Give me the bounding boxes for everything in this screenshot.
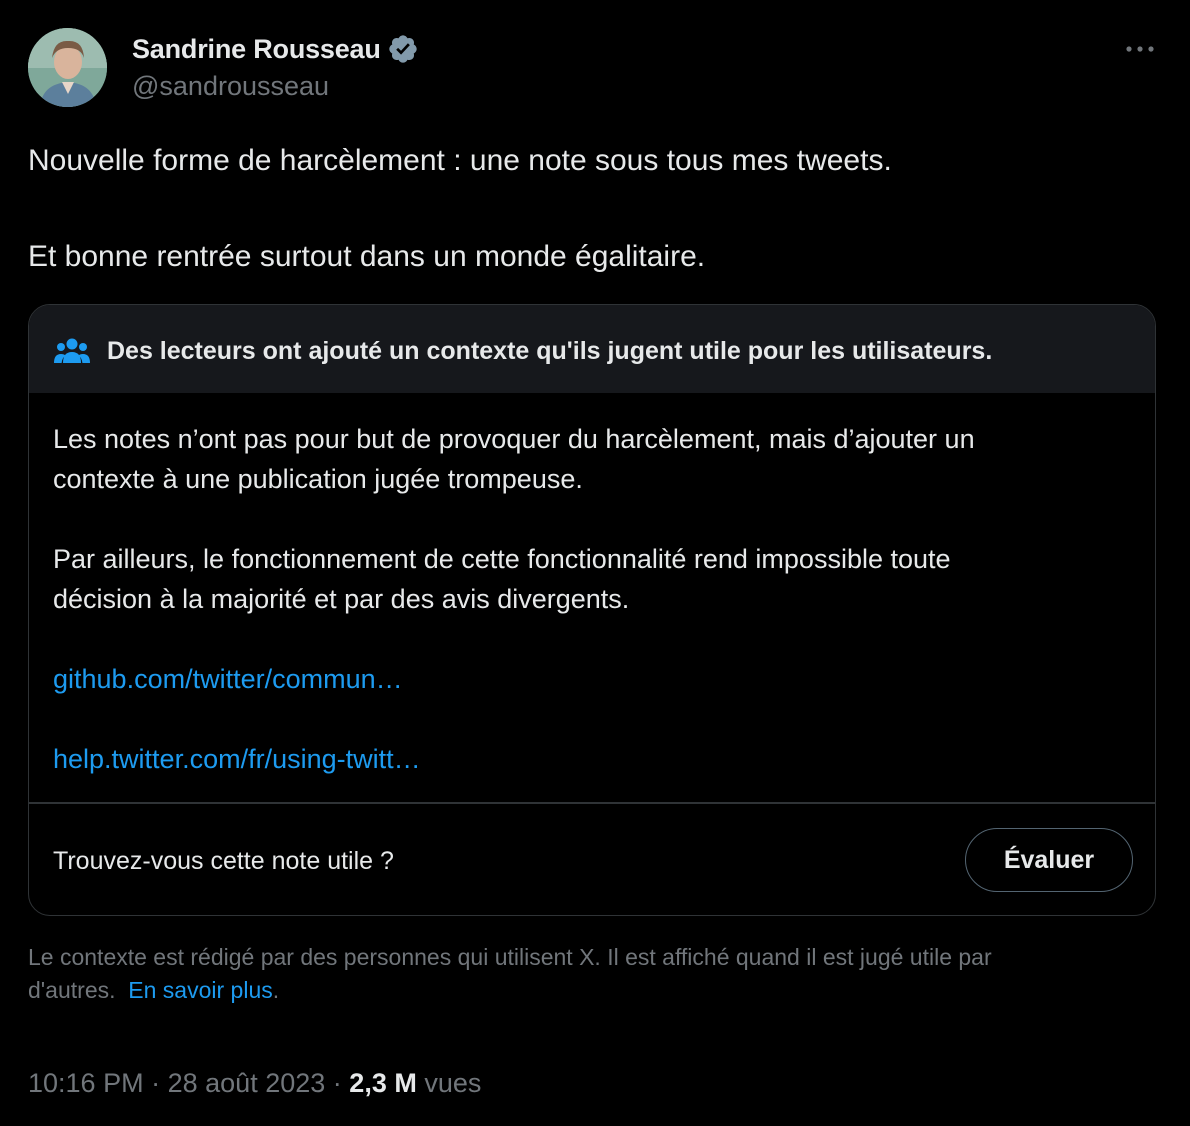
tweet-time[interactable]: 10:16 PM (28, 1068, 144, 1098)
meta-separator: · (151, 1068, 161, 1098)
rate-note-button[interactable]: Évaluer (965, 828, 1133, 892)
tweet-text-line: Nouvelle forme de harcèlement : une note… (28, 144, 892, 177)
note-body-line: contexte à une publication jugée trompeu… (53, 464, 583, 494)
note-disclaimer: Le contexte est rédigé par des personnes… (28, 941, 1168, 1007)
note-body-line: Les notes n’ont pas pour but de provoque… (53, 424, 975, 454)
note-body-line: Par ailleurs, le fonctionnement de cette… (53, 544, 951, 574)
note-divider (29, 802, 1155, 804)
note-source-link-github[interactable]: github.com/twitter/commun… (53, 659, 403, 699)
community-note: Des lecteurs ont ajouté un contexte qu'i… (28, 304, 1156, 916)
disclaimer-line: Le contexte est rédigé par des personnes… (28, 944, 992, 970)
verified-badge-icon[interactable] (387, 33, 419, 65)
more-icon (1126, 46, 1154, 52)
disclaimer-text: d'autres. (28, 977, 116, 1003)
note-source-link-help[interactable]: help.twitter.com/fr/using-twitt… (53, 739, 421, 779)
tweet-date[interactable]: 28 août 2023 (168, 1068, 326, 1098)
meta-separator: · (332, 1068, 342, 1098)
note-header-text: Des lecteurs ont ajouté un contexte qu'i… (107, 337, 993, 365)
author-handle[interactable]: @sandrousseau (132, 71, 329, 102)
note-body-line: décision à la majorité et par des avis d… (53, 584, 630, 614)
avatar-image (28, 28, 107, 107)
learn-more-link[interactable]: En savoir plus (128, 977, 272, 1003)
disclaimer-period: . (272, 977, 280, 1003)
note-helpful-question: Trouvez-vous cette note utile ? (53, 847, 394, 875)
avatar[interactable] (28, 28, 107, 107)
disclaimer-line: d'autres. En savoir plus. (28, 974, 1168, 1007)
tweet-text-line: Et bonne rentrée surtout dans un monde é… (28, 240, 706, 273)
views-count[interactable]: 2,3 M (349, 1068, 417, 1098)
more-options-button[interactable] (1120, 34, 1160, 64)
author-name[interactable]: Sandrine Rousseau (132, 34, 381, 65)
people-icon (53, 335, 91, 367)
author-name-row: Sandrine Rousseau (132, 30, 419, 68)
views-label: vues (424, 1068, 482, 1098)
note-header: Des lecteurs ont ajouté un contexte qu'i… (29, 305, 1155, 393)
tweet: Sandrine Rousseau @sandrousseau Nouvelle… (0, 0, 1190, 1126)
tweet-meta: 10:16 PM · 28 août 2023 · 2,3 M vues (28, 1064, 481, 1102)
